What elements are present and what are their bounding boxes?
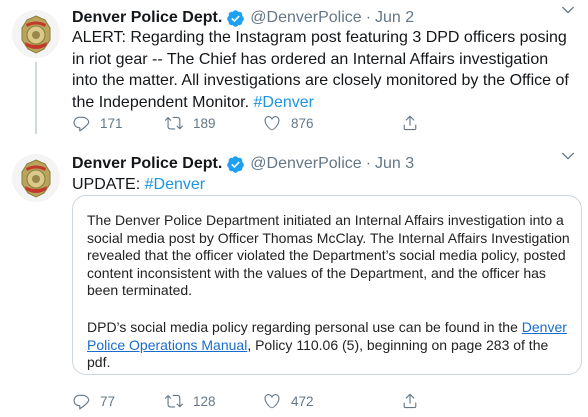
reply-icon [73,394,90,410]
like-button[interactable]: 472 [263,392,401,410]
retweet-icon [165,394,183,408]
like-count: 876 [291,115,314,131]
thread-connector [35,62,37,134]
image-paragraph-2: DPD’s social media policy regarding pers… [87,319,573,372]
hashtag-link[interactable]: #Denver [253,94,313,111]
tweet-text: UPDATE: #Denver [72,174,572,196]
share-icon [403,393,417,409]
like-button[interactable]: 876 [263,114,401,132]
share-button[interactable] [401,114,419,132]
image-paragraph-2-start: DPD’s social media policy regarding pers… [87,319,518,335]
author-name[interactable]: Denver Police Dept. [72,9,222,27]
share-icon [403,115,417,131]
author-handle[interactable]: @DenverPolice [250,155,361,173]
tweet-actions: 171 189 876 [72,114,419,132]
chevron-down-icon[interactable] [560,148,576,164]
retweet-button[interactable]: 189 [165,114,263,132]
author-name[interactable]: Denver Police Dept. [72,155,222,173]
separator-dot: · [365,155,372,172]
tweet-2[interactable]: Denver Police Dept. @DenverPolice · Jun … [0,146,588,417]
separator-dot: · [365,9,372,26]
tweet-actions: 77 128 472 [72,392,419,410]
like-icon [264,394,280,409]
reply-icon [73,116,90,132]
like-count: 472 [291,393,314,409]
like-icon [264,116,280,131]
reply-button[interactable]: 171 [72,114,165,132]
verified-badge-icon [227,9,245,27]
verified-badge-icon [227,155,245,173]
retweet-button[interactable]: 128 [165,392,263,410]
police-badge-avatar [12,10,60,58]
avatar[interactable] [12,154,60,202]
chevron-down-icon[interactable] [560,2,576,18]
avatar[interactable] [12,10,60,58]
tweet-text: ALERT: Regarding the Instagram post feat… [72,27,572,113]
tweet-date[interactable]: Jun 2 [375,9,414,27]
tweet-header: Denver Police Dept. @DenverPolice · Jun … [72,153,414,175]
retweet-count: 128 [193,393,216,409]
tweet-body: UPDATE: [72,176,141,193]
tweet-header: Denver Police Dept. @DenverPolice · Jun … [72,7,414,29]
tweet-1[interactable]: Denver Police Dept. @DenverPolice · Jun … [0,0,588,145]
retweet-count: 189 [193,115,216,131]
hashtag-link[interactable]: #Denver [145,176,205,193]
image-paragraph-1: The Denver Police Department initiated a… [87,212,570,298]
police-badge-avatar [12,154,60,202]
retweet-icon [165,116,183,130]
attached-image[interactable]: The Denver Police Department initiated a… [72,195,582,375]
tweet-body: ALERT: Regarding the Instagram post feat… [72,29,569,111]
reply-button[interactable]: 77 [72,392,165,410]
author-handle[interactable]: @DenverPolice [250,9,361,27]
share-button[interactable] [401,392,419,410]
reply-count: 77 [100,393,116,409]
tweet-date[interactable]: Jun 3 [375,155,414,173]
reply-count: 171 [100,115,123,131]
